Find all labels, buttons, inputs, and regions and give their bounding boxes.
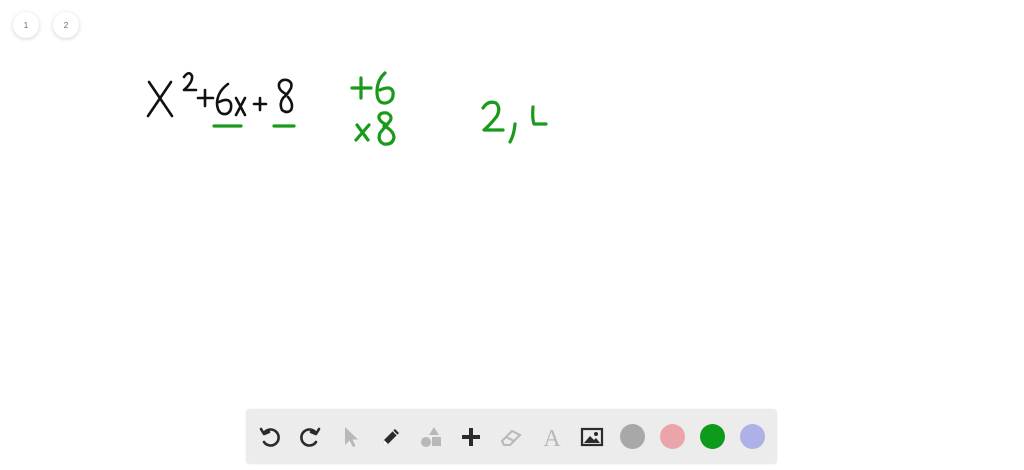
pencil-icon — [382, 428, 399, 445]
shapes-tool-button[interactable] — [415, 421, 447, 453]
color-gray-button[interactable] — [616, 421, 648, 453]
undo-icon — [259, 427, 281, 447]
handwritten-expression — [146, 71, 294, 118]
color-pink-button[interactable] — [656, 421, 688, 453]
eraser-tool-button[interactable] — [495, 421, 527, 453]
handwritten-notes — [350, 71, 548, 146]
pointer-icon — [344, 426, 358, 447]
handwriting-layer — [146, 71, 548, 146]
select-tool-button[interactable] — [335, 421, 367, 453]
drawing-toolbar: A — [246, 409, 777, 464]
whiteboard-canvas[interactable] — [0, 0, 1024, 410]
color-green-button[interactable] — [696, 421, 728, 453]
redo-icon — [300, 427, 321, 447]
text-tool-button[interactable]: A — [536, 421, 568, 453]
color-lavender-button[interactable] — [737, 421, 769, 453]
color-swatch-pink — [659, 424, 685, 449]
add-button[interactable] — [455, 421, 487, 453]
color-swatch-lavender — [740, 424, 766, 449]
redo-button[interactable] — [294, 421, 326, 453]
eraser-icon — [501, 429, 523, 446]
color-swatch-green — [699, 424, 725, 449]
image-icon — [580, 427, 603, 446]
undo-button[interactable] — [254, 421, 286, 453]
color-swatch-gray — [619, 424, 645, 449]
plus-icon — [462, 427, 481, 446]
image-tool-button[interactable] — [576, 421, 608, 453]
pencil-tool-button[interactable] — [375, 421, 407, 453]
shapes-icon — [421, 426, 442, 447]
text-icon: A — [543, 426, 561, 449]
svg-text:A: A — [543, 426, 561, 449]
